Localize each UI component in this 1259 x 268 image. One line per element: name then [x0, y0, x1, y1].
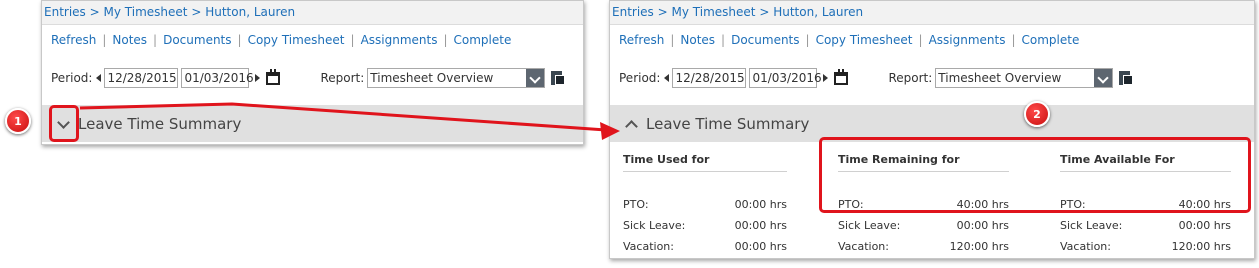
- calendar-icon[interactable]: [266, 68, 281, 85]
- row-value: 00:00 hrs: [734, 240, 787, 253]
- breadcrumb-person[interactable]: Hutton, Lauren: [773, 5, 863, 19]
- row-label: PTO:: [623, 198, 649, 211]
- link-separator: |: [805, 33, 810, 47]
- breadcrumb-separator: >: [89, 5, 100, 19]
- report-select[interactable]: Timesheet Overview: [367, 68, 546, 88]
- report-label: Report:: [888, 71, 933, 85]
- link-separator: |: [1011, 33, 1016, 47]
- report-select-value: Timesheet Overview: [938, 71, 1062, 85]
- calendar-icon[interactable]: [834, 68, 849, 85]
- timesheet-panel-expanded: Entries > My Timesheet > Hutton, Lauren …: [609, 0, 1255, 259]
- copy-timesheet-link[interactable]: Copy Timesheet: [816, 33, 913, 47]
- previous-period-arrow-icon[interactable]: [664, 74, 670, 82]
- link-separator: |: [102, 33, 107, 47]
- column-heading: Time Used for: [623, 148, 787, 172]
- summary-row: PTO: 00:00 hrs: [623, 194, 787, 215]
- breadcrumb-separator: >: [191, 5, 202, 19]
- breadcrumb-my-timesheet[interactable]: My Timesheet: [672, 5, 756, 19]
- next-period-arrow-icon[interactable]: [255, 74, 261, 82]
- summary-row: Sick Leave: 00:00 hrs: [623, 215, 787, 236]
- print-icon[interactable]: [551, 70, 566, 86]
- chevron-down-icon[interactable]: [1094, 69, 1113, 87]
- link-separator: |: [443, 33, 448, 47]
- link-separator: |: [153, 33, 158, 47]
- time-used-column: Time Used for PTO: 00:00 hrs Sick Leave: 0…: [623, 148, 787, 257]
- summary-row: Sick Leave: 00:00 hrs: [1060, 215, 1231, 236]
- highlight-box-expand-toggle: [49, 105, 79, 142]
- period-label: Period:: [619, 71, 661, 85]
- print-icon[interactable]: [1119, 70, 1134, 86]
- assignments-link[interactable]: Assignments: [929, 33, 1006, 47]
- notes-link[interactable]: Notes: [112, 33, 147, 47]
- report-select[interactable]: Timesheet Overview: [935, 68, 1114, 88]
- assignments-link[interactable]: Assignments: [361, 33, 438, 47]
- step-2-badge: 2: [1024, 101, 1050, 127]
- chevron-down-icon[interactable]: [526, 69, 545, 87]
- complete-link[interactable]: Complete: [454, 33, 512, 47]
- action-links: Refresh | Notes | Documents | Copy Timesheet | A…: [51, 33, 511, 47]
- breadcrumb: Entries > My Timesheet > Hutton, Lauren: [610, 1, 1254, 25]
- summary-row: Vacation: 120:00 hrs: [1060, 236, 1231, 257]
- breadcrumb: Entries > My Timesheet > Hutton, Lauren: [42, 1, 583, 25]
- report-select-value: Timesheet Overview: [370, 71, 494, 85]
- refresh-link[interactable]: Refresh: [619, 33, 664, 47]
- breadcrumb-entries[interactable]: Entries: [44, 5, 86, 19]
- link-separator: |: [670, 33, 675, 47]
- period-start-field[interactable]: 12/28/2015: [104, 68, 179, 88]
- copy-timesheet-link[interactable]: Copy Timesheet: [248, 33, 345, 47]
- link-separator: |: [918, 33, 923, 47]
- row-label: Sick Leave:: [623, 219, 686, 232]
- breadcrumb-separator: >: [657, 5, 668, 19]
- row-value: 00:00 hrs: [1178, 219, 1231, 232]
- previous-period-arrow-icon[interactable]: [96, 74, 102, 82]
- row-label: Vacation:: [1060, 240, 1111, 253]
- period-row: Period: 12/28/2015 01/03/2016 Report: Ti…: [51, 67, 566, 89]
- report-label: Report:: [320, 71, 365, 85]
- row-value: 120:00 hrs: [1171, 240, 1231, 253]
- notes-link[interactable]: Notes: [680, 33, 715, 47]
- row-label: Sick Leave:: [1060, 219, 1123, 232]
- link-separator: |: [721, 33, 726, 47]
- section-title: Leave Time Summary: [646, 114, 810, 133]
- period-label: Period:: [51, 71, 93, 85]
- documents-link[interactable]: Documents: [731, 33, 799, 47]
- step-1-badge: 1: [5, 108, 31, 134]
- row-label: Vacation:: [838, 240, 889, 253]
- summary-row: Vacation: 120:00 hrs: [838, 236, 1009, 257]
- refresh-link[interactable]: Refresh: [51, 33, 96, 47]
- row-label: Vacation:: [623, 240, 674, 253]
- section-title: Leave Time Summary: [78, 114, 242, 133]
- highlight-box-remaining-available: [819, 137, 1251, 213]
- period-end-field[interactable]: 01/03/2016: [181, 68, 254, 88]
- summary-row: Vacation: 00:00 hrs: [623, 236, 787, 257]
- summary-row: Sick Leave: 00:00 hrs: [838, 215, 1009, 236]
- row-value: 00:00 hrs: [734, 219, 787, 232]
- breadcrumb-separator: >: [759, 5, 770, 19]
- period-start-field[interactable]: 12/28/2015: [672, 68, 747, 88]
- breadcrumb-my-timesheet[interactable]: My Timesheet: [104, 5, 188, 19]
- timesheet-panel-collapsed: Entries > My Timesheet > Hutton, Lauren …: [41, 0, 584, 145]
- period-end-field[interactable]: 01/03/2016: [749, 68, 822, 88]
- breadcrumb-person[interactable]: Hutton, Lauren: [205, 5, 295, 19]
- link-separator: |: [237, 33, 242, 47]
- action-links: Refresh | Notes | Documents | Copy Timesheet | A…: [619, 33, 1079, 47]
- period-row: Period: 12/28/2015 01/03/2016 Report: Ti…: [619, 67, 1134, 89]
- next-period-arrow-icon[interactable]: [823, 74, 829, 82]
- row-value: 00:00 hrs: [956, 219, 1009, 232]
- chevron-up-icon[interactable]: [626, 119, 636, 129]
- documents-link[interactable]: Documents: [163, 33, 231, 47]
- complete-link[interactable]: Complete: [1022, 33, 1080, 47]
- row-label: Sick Leave:: [838, 219, 901, 232]
- row-value: 120:00 hrs: [949, 240, 1009, 253]
- leave-time-summary-header[interactable]: Leave Time Summary: [42, 105, 583, 142]
- row-value: 00:00 hrs: [734, 198, 787, 211]
- breadcrumb-entries[interactable]: Entries: [612, 5, 654, 19]
- link-separator: |: [350, 33, 355, 47]
